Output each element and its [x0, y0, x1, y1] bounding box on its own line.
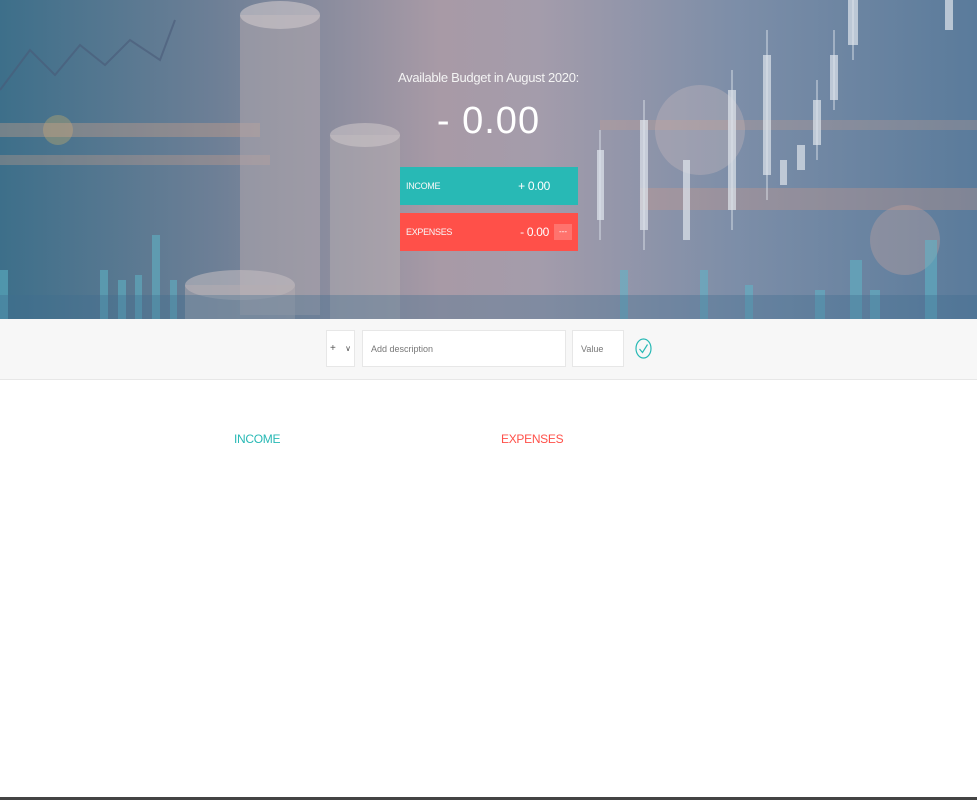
- budget-title: Available Budget in August 2020:: [398, 70, 579, 85]
- check-circle-icon[interactable]: [635, 338, 652, 359]
- value-input[interactable]: [572, 330, 624, 367]
- description-input[interactable]: [362, 330, 566, 367]
- budget-value: - 0.00: [436, 100, 541, 142]
- add-item-bar: + ∨: [0, 319, 977, 380]
- income-summary-label: INCOME: [406, 181, 441, 191]
- lists-container: INCOME EXPENSES: [0, 380, 977, 800]
- type-select[interactable]: + ∨: [326, 330, 355, 367]
- income-list-title: INCOME: [234, 432, 281, 446]
- type-select-value: +: [330, 343, 336, 354]
- expenses-list-title: EXPENSES: [501, 432, 564, 446]
- expenses-percentage-badge: ---: [554, 224, 572, 240]
- expenses-summary-label: EXPENSES: [406, 227, 453, 237]
- expenses-summary-value: - 0.00: [520, 225, 549, 239]
- budget-panel: Available Budget in August 2020: - 0.00: [0, 0, 977, 319]
- income-summary-value: + 0.00: [518, 179, 550, 193]
- chevron-down-icon: ∨: [345, 344, 351, 353]
- budget-income-summary: INCOME + 0.00: [400, 167, 578, 205]
- budget-expenses-summary: EXPENSES - 0.00 ---: [400, 213, 578, 251]
- budget-header: Available Budget in August 2020: - 0.00 …: [0, 0, 977, 319]
